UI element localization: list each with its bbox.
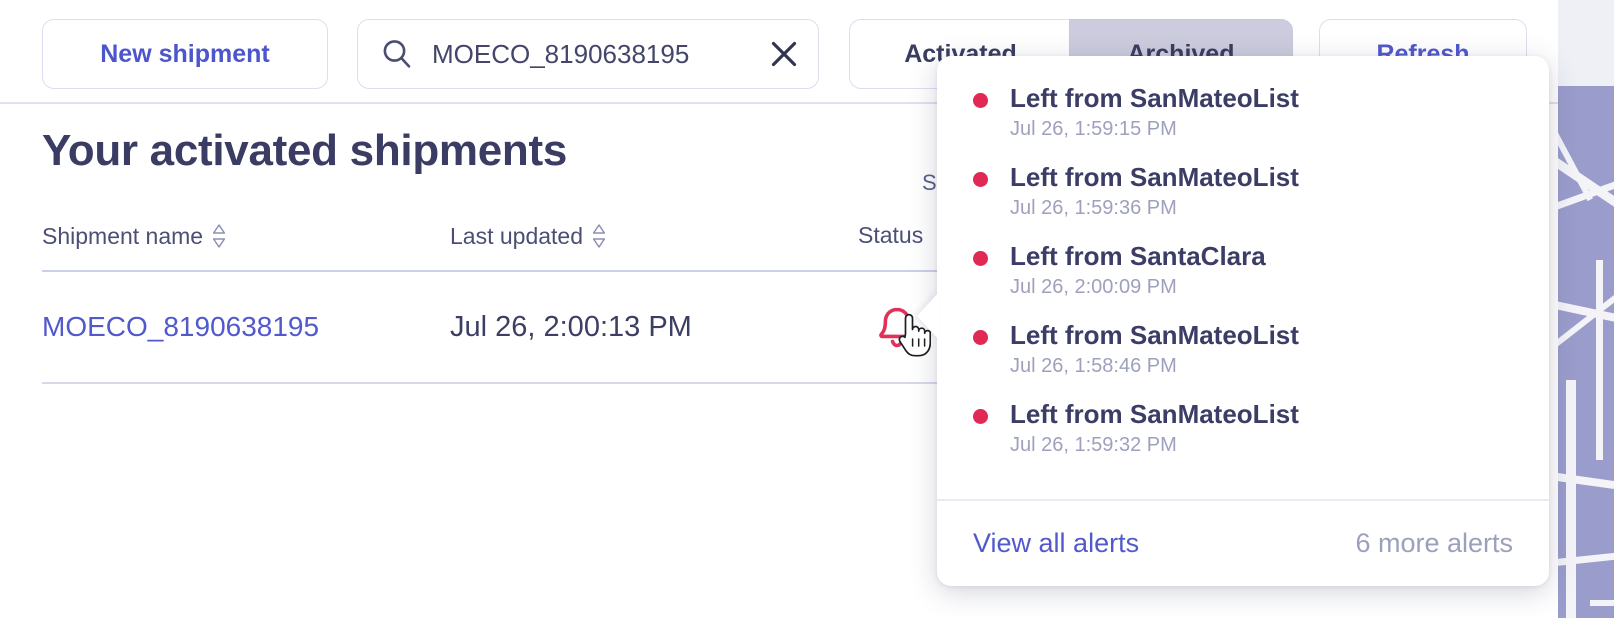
- more-alerts-count: 6 more alerts: [1355, 528, 1513, 558]
- close-icon[interactable]: [767, 37, 801, 71]
- alert-time: Jul 26, 1:58:46 PM: [1010, 355, 1177, 378]
- alert-text: Left from SanMateoList Jul 26, 1:59:36 P…: [1010, 163, 1299, 220]
- list-item[interactable]: Left from SanMateoList Jul 26, 1:59:32 P…: [937, 400, 1549, 479]
- alert-title: Left from SantaClara: [1010, 241, 1266, 271]
- alert-dot-icon: [973, 172, 988, 187]
- alerts-dropdown: Left from SanMateoList Jul 26, 1:59:15 P…: [937, 56, 1549, 586]
- alert-text: Left from SanMateoList Jul 26, 1:59:32 P…: [1010, 400, 1299, 457]
- search-box[interactable]: [357, 19, 819, 89]
- alerts-footer: View all alerts 6 more alerts: [937, 499, 1549, 586]
- alert-dot-icon: [973, 330, 988, 345]
- column-header-shipment-name[interactable]: Shipment name: [42, 222, 450, 250]
- alert-dot-icon: [973, 93, 988, 108]
- app-root: New shipment Activated Archived: [0, 0, 1614, 618]
- list-item[interactable]: Left from SanMateoList Jul 26, 1:58:46 P…: [937, 321, 1549, 400]
- alert-time: Jul 26, 2:00:09 PM: [1010, 276, 1177, 299]
- sort-icon[interactable]: [212, 222, 226, 250]
- new-shipment-button[interactable]: New shipment: [42, 19, 328, 89]
- shipment-link[interactable]: MOECO_8190638195: [42, 311, 319, 343]
- search-icon: [380, 37, 414, 71]
- alert-time: Jul 26, 1:59:15 PM: [1010, 118, 1177, 141]
- alert-text: Left from SanMateoList Jul 26, 1:59:15 P…: [1010, 84, 1299, 141]
- list-item[interactable]: Left from SanMateoList Jul 26, 1:59:36 P…: [937, 163, 1549, 242]
- alert-title: Left from SanMateoList: [1010, 399, 1299, 429]
- column-header-shipment-name-label: Shipment name: [42, 222, 204, 249]
- list-item[interactable]: Left from SantaClara Jul 26, 2:00:09 PM: [937, 242, 1549, 321]
- alerts-list: Left from SanMateoList Jul 26, 1:59:15 P…: [937, 56, 1549, 499]
- bell-icon[interactable]: [876, 304, 918, 350]
- alert-title: Left from SanMateoList: [1010, 320, 1299, 350]
- alert-title: Left from SanMateoList: [1010, 162, 1299, 192]
- view-all-alerts-link[interactable]: View all alerts: [973, 528, 1139, 559]
- list-item[interactable]: Left from SanMateoList Jul 26, 1:59:15 P…: [937, 84, 1549, 163]
- shipment-name-cell: MOECO_8190638195: [42, 311, 450, 343]
- last-updated-value: Jul 26, 2:00:13 PM: [450, 310, 692, 343]
- alert-text: Left from SanMateoList Jul 26, 1:58:46 P…: [1010, 321, 1299, 378]
- alert-dot-icon: [973, 251, 988, 266]
- column-header-status-label: Status: [858, 222, 924, 248]
- alert-text: Left from SantaClara Jul 26, 2:00:09 PM: [1010, 242, 1266, 299]
- sort-icon[interactable]: [592, 222, 606, 250]
- last-updated-cell: Jul 26, 2:00:13 PM: [450, 311, 858, 344]
- alert-dot-icon: [973, 409, 988, 424]
- column-header-last-updated[interactable]: Last updated: [450, 222, 858, 250]
- dropdown-arrow-notch: [917, 292, 939, 340]
- alert-time: Jul 26, 1:59:32 PM: [1010, 434, 1177, 457]
- search-input[interactable]: [432, 38, 767, 70]
- alert-title: Left from SanMateoList: [1010, 83, 1299, 113]
- page-title: Your activated shipments: [42, 126, 568, 175]
- column-header-last-updated-label: Last updated: [450, 222, 584, 249]
- new-shipment-label: New shipment: [100, 39, 270, 68]
- alert-time: Jul 26, 1:59:36 PM: [1010, 197, 1177, 220]
